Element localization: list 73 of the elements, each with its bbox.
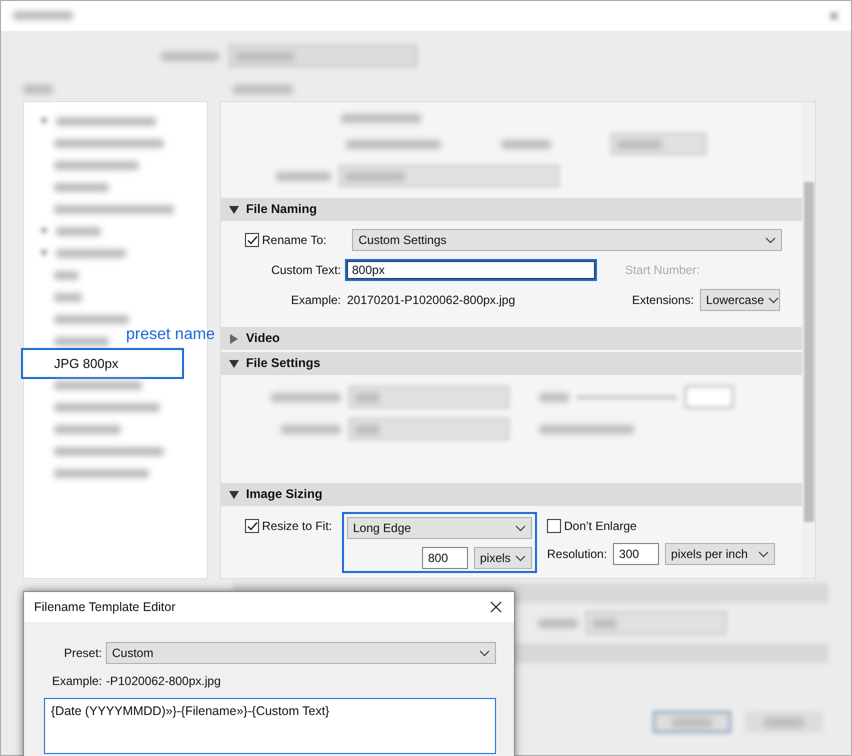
collapse-triangle-icon[interactable] (229, 358, 239, 368)
unit-dropdown[interactable]: pixels (474, 547, 532, 569)
blurred-title (13, 11, 73, 20)
blurred-text (54, 336, 109, 346)
rename-dropdown[interactable]: Custom Settings (352, 229, 782, 251)
template-text-area[interactable]: {Date (YYYYMMDD)»}-{Filename»}-{Custom Text} (44, 698, 496, 754)
blurred-text (592, 618, 617, 628)
extensions-dropdown[interactable]: Lowercase (700, 289, 780, 311)
field-label: Start Number: (625, 262, 701, 279)
preset-dropdown[interactable]: Custom (106, 642, 496, 664)
blurred-text (271, 392, 341, 402)
expand-triangle-icon[interactable] (229, 334, 239, 344)
checkbox[interactable] (245, 233, 259, 247)
blurred-text (233, 84, 293, 94)
chevron-icon (768, 296, 780, 304)
chevron-icon (479, 650, 490, 656)
blurred-dropdown[interactable] (349, 418, 509, 440)
blurred-dropdown[interactable] (586, 612, 726, 634)
blurred-text (56, 248, 126, 258)
blurred-dropdown[interactable] (611, 133, 706, 155)
blurred-text (617, 140, 662, 148)
field-label: Custom Text: (270, 262, 341, 279)
section-title[interactable]: File Naming (246, 200, 317, 219)
collapse-triangle-icon[interactable] (229, 490, 239, 500)
checkbox[interactable] (245, 519, 259, 533)
chevron-icon (765, 236, 776, 244)
resolution-field[interactable]: 300 (613, 543, 660, 565)
resize-mode-dropdown[interactable]: Long Edge (347, 517, 532, 539)
field-label: Example: (50, 673, 102, 690)
field-label: Preset: (62, 645, 102, 662)
blurred-dropdown[interactable] (349, 386, 509, 408)
blurred-text (161, 52, 219, 60)
blurred-button[interactable] (653, 711, 731, 733)
blurred-text (276, 172, 331, 180)
field-label: Resize to Fit: (262, 518, 332, 535)
blurred-text (355, 392, 380, 402)
blurred-text (54, 292, 82, 302)
section-title[interactable]: File Settings (246, 354, 320, 373)
blurred-text (56, 226, 101, 236)
scrollbar-thumb[interactable] (804, 182, 814, 522)
blurred-text (501, 140, 551, 148)
size-field[interactable]: 800 (422, 547, 468, 569)
blurred-text (281, 424, 341, 434)
field-label: Resolution: (547, 546, 608, 563)
field-label: Extensions: (632, 292, 694, 309)
field-label: Example: (290, 292, 341, 309)
field-label: Rename To: (262, 232, 326, 249)
preset-list-item[interactable]: JPG 800px (21, 348, 184, 379)
collapse-triangle-icon[interactable] (229, 204, 239, 214)
blurred-text (539, 392, 569, 402)
blurred-text (54, 424, 121, 434)
blurred-dropdown[interactable] (229, 45, 417, 67)
blurred-text (345, 172, 405, 180)
annotation-label: preset name (126, 325, 215, 345)
blurred-text (54, 270, 79, 280)
section-title[interactable]: Video (246, 329, 280, 348)
field-label: Don’t Enlarge (564, 518, 637, 535)
example-text: 20170201-P1020062-800px.jpg (347, 292, 516, 309)
resolution-unit-dropdown[interactable]: pixels per inch (665, 543, 776, 565)
example-text: -P1020062-800px.jpg (106, 673, 221, 690)
blurred-text (23, 84, 53, 94)
blurred-dropdown[interactable] (339, 165, 559, 187)
section-title[interactable]: Image Sizing (246, 485, 322, 504)
checkbox[interactable] (547, 519, 561, 533)
blurred-text (355, 424, 380, 434)
chevron-icon (515, 524, 526, 532)
custom-text-field[interactable]: 800px (345, 259, 597, 281)
chevron-icon (758, 550, 770, 558)
blurred-field[interactable] (685, 386, 733, 408)
blurred-text (538, 618, 578, 628)
blurred-text (54, 182, 109, 192)
chevron-icon (515, 554, 526, 562)
dialog-title: Filename Template Editor (34, 598, 176, 616)
